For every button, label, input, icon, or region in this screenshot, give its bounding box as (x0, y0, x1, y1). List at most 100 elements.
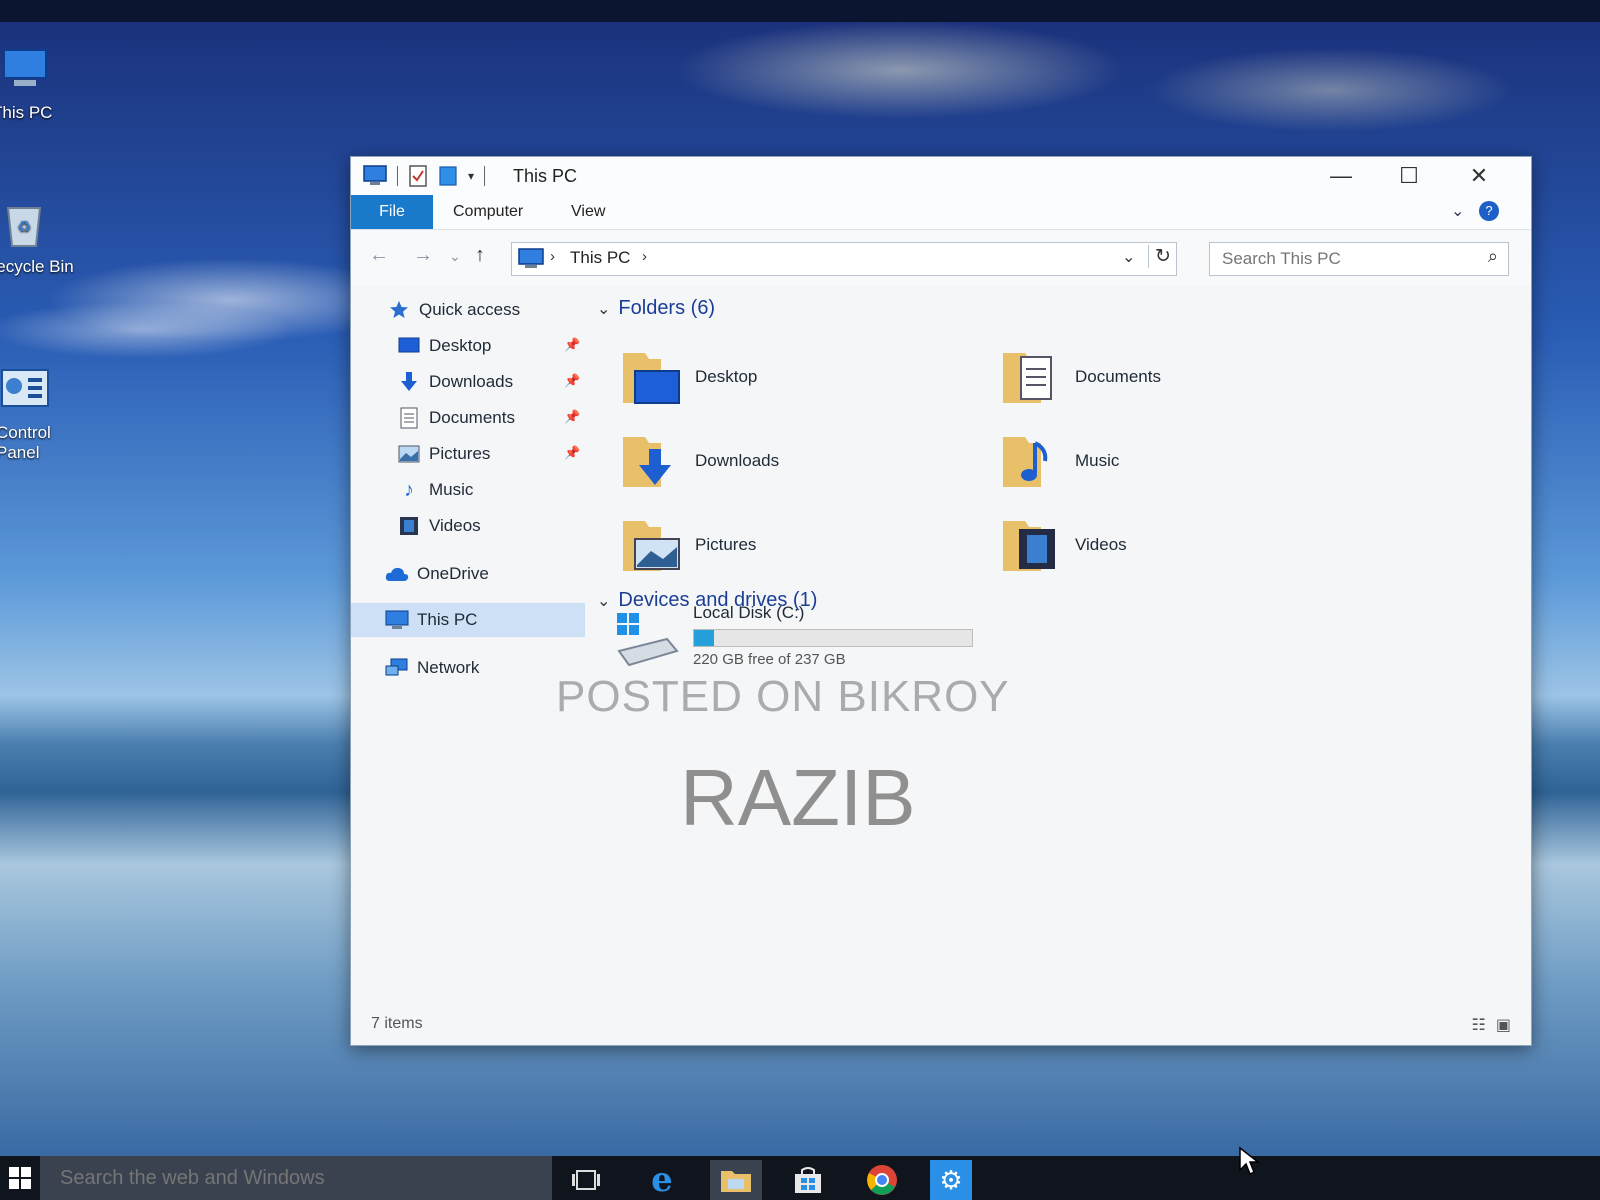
breadcrumb-chevron-icon[interactable]: › (642, 248, 647, 265)
quick-access-toolbar: ▾ (363, 165, 486, 187)
group-title: Folders (6) (618, 297, 716, 319)
folder-desktop[interactable]: Desktop (621, 345, 757, 409)
customize-toolbar-icon[interactable]: ▾ (468, 169, 474, 183)
folder-label: Downloads (695, 451, 780, 470)
desktop-icon-recycle-bin[interactable]: ♻ Recycle Bin (0, 200, 80, 277)
tab-file[interactable]: File (351, 195, 433, 229)
drive-usage-bar (693, 629, 973, 647)
nav-label: Music (429, 480, 474, 499)
music-note-icon: ♪ (404, 478, 414, 501)
maximize-button[interactable]: ☐ (1385, 161, 1433, 191)
address-dropdown-icon[interactable]: ⌄ (1122, 247, 1135, 267)
help-icon[interactable]: ? (1479, 201, 1499, 221)
large-icons-view-icon[interactable]: ▣ (1496, 1015, 1511, 1035)
chrome-browser-icon[interactable] (856, 1160, 908, 1200)
star-icon (387, 298, 411, 322)
settings-gear-icon[interactable]: ⚙ (930, 1160, 972, 1200)
taskbar-search-input[interactable] (58, 1166, 542, 1191)
file-explorer-window: ▾ This PC — ☐ ✕ File Computer View ⌄ ? ←… (350, 156, 1532, 1046)
videos-folder-icon (1003, 521, 1055, 571)
task-view-icon[interactable] (560, 1160, 612, 1200)
back-arrow-icon[interactable]: ← (369, 244, 389, 267)
desktop-icon (397, 334, 421, 358)
search-input[interactable] (1220, 248, 1474, 270)
pin-icon[interactable]: 📌 (564, 445, 580, 461)
computer-icon (363, 165, 387, 185)
nav-item-desktop[interactable]: Desktop (397, 329, 491, 363)
drive-local-disk-c[interactable]: Local Disk (C:) 220 GB free of 237 GB (615, 601, 995, 681)
nav-item-documents[interactable]: Documents (397, 401, 515, 435)
properties-icon[interactable] (408, 165, 428, 187)
ribbon-tabs: File Computer View ⌄ ? (351, 195, 1531, 230)
start-button[interactable] (0, 1156, 40, 1200)
desktop-icon-this-pc[interactable]: This PC (0, 46, 80, 123)
computer-icon (385, 608, 409, 632)
tab-view[interactable]: View (571, 195, 605, 229)
nav-quick-access[interactable]: Quick access (387, 293, 520, 327)
pictures-folder-icon (623, 521, 680, 571)
nav-item-videos[interactable]: Videos (397, 509, 481, 543)
music-folder-icon (1003, 437, 1048, 487)
cloud-icon (385, 562, 409, 586)
new-folder-icon[interactable] (438, 165, 458, 187)
folder-documents[interactable]: Documents (1001, 345, 1161, 409)
explorer-body: Quick access Desktop Downloads Documents… (351, 285, 1531, 1003)
refresh-icon[interactable]: ↻ (1148, 245, 1171, 268)
collapse-chevron-icon[interactable]: ⌄ (597, 299, 610, 319)
computer-icon (518, 248, 544, 268)
nav-label: Pictures (429, 444, 491, 463)
folder-downloads[interactable]: Downloads (621, 429, 779, 493)
nav-this-pc[interactable]: This PC (351, 603, 585, 637)
collapse-chevron-icon[interactable]: ⌄ (597, 591, 610, 611)
svg-text:♻: ♻ (17, 217, 31, 236)
nav-network[interactable]: Network (385, 651, 479, 685)
folders-group-header[interactable]: ⌄ Folders (6) (597, 297, 715, 320)
drive-free-space: 220 GB free of 237 GB (693, 651, 846, 668)
search-icon[interactable]: ⌕ (1488, 246, 1498, 267)
window-title: This PC (513, 166, 578, 186)
tab-computer[interactable]: Computer (453, 195, 523, 229)
desktop-folder-icon (623, 353, 680, 404)
nav-label: OneDrive (417, 564, 489, 583)
pin-icon[interactable]: 📌 (564, 409, 580, 425)
control-panel-icon (1, 369, 49, 407)
pin-icon[interactable]: 📌 (564, 373, 580, 389)
pin-icon[interactable]: 📌 (564, 337, 580, 353)
desktop-icon-control-panel[interactable]: Control Panel (0, 366, 80, 463)
recent-locations-icon[interactable]: ⌄ (449, 248, 461, 265)
folder-label: Videos (1075, 535, 1127, 554)
folder-videos[interactable]: Videos (1001, 513, 1127, 577)
watermark-text: POSTED ON BIKROY (556, 672, 1010, 721)
forward-arrow-icon[interactable]: → (413, 244, 433, 267)
edge-browser-icon[interactable]: e (636, 1160, 688, 1200)
nav-item-downloads[interactable]: Downloads (397, 365, 513, 399)
mouse-cursor-icon (1239, 1146, 1260, 1176)
details-view-icon[interactable]: ☷ (1472, 1015, 1486, 1035)
recycle-bin-icon: ♻ (6, 207, 42, 247)
windows-logo-icon (9, 1167, 31, 1189)
file-explorer-taskbar-icon[interactable] (710, 1160, 762, 1200)
minimize-button[interactable]: — (1317, 161, 1365, 191)
nav-item-pictures[interactable]: Pictures (397, 437, 490, 471)
folder-pictures[interactable]: Pictures (621, 513, 756, 577)
nav-label: Quick access (419, 300, 521, 319)
expand-ribbon-icon[interactable]: ⌄ (1451, 201, 1464, 221)
folder-label: Music (1075, 451, 1120, 470)
breadcrumb-chevron-icon[interactable]: › (550, 248, 555, 265)
document-icon (397, 406, 421, 430)
nav-item-music[interactable]: ♪ Music (397, 473, 473, 507)
navigation-bar: ← → ⌄ ↑ › This PC › ⌄ ↻ ⌕ (351, 230, 1531, 286)
content-pane: ⌄ Folders (6) Desktop Documents Download… (585, 285, 1531, 1003)
breadcrumb-this-pc[interactable]: This PC (570, 248, 630, 268)
store-icon[interactable] (782, 1160, 834, 1200)
folder-music[interactable]: Music (1001, 429, 1119, 493)
nav-onedrive[interactable]: OneDrive (385, 557, 489, 591)
address-bar[interactable]: › This PC › ⌄ ↻ (511, 242, 1177, 276)
network-icon (385, 656, 409, 680)
search-box: ⌕ (1209, 242, 1509, 276)
taskbar-search (40, 1156, 552, 1200)
nav-label: Downloads (429, 372, 514, 391)
status-bar: 7 items ☷ ▣ (351, 1003, 1531, 1045)
close-button[interactable]: ✕ (1455, 161, 1503, 191)
up-arrow-icon[interactable]: ↑ (475, 244, 485, 267)
